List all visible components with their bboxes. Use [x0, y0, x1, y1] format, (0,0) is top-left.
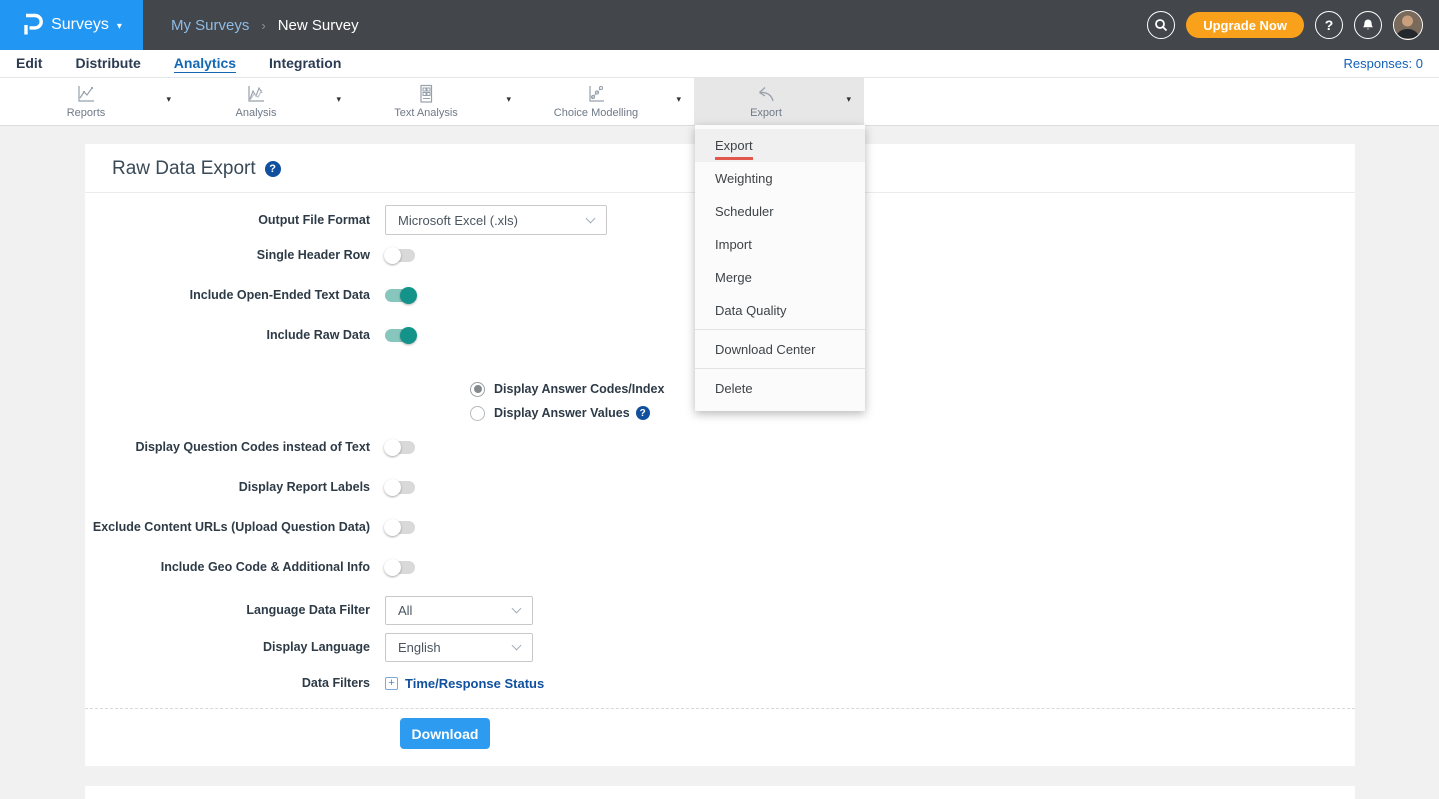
tab-distribute[interactable]: Distribute	[75, 55, 140, 72]
output-file-format-label: Output File Format	[85, 213, 385, 227]
include-raw-data-toggle[interactable]	[385, 329, 415, 342]
choice-modelling-scatter-icon	[585, 83, 607, 105]
single-header-row-label: Single Header Row	[85, 248, 385, 262]
display-question-codes-toggle[interactable]	[385, 441, 415, 454]
top-header: Surveys ▾ My Surveys › New Survey Upgrad…	[0, 0, 1439, 50]
chevron-down-icon	[512, 640, 522, 650]
breadcrumb: My Surveys › New Survey	[171, 17, 359, 34]
product-name: Surveys	[51, 16, 109, 34]
radio-button[interactable]	[470, 382, 485, 397]
tab-edit[interactable]: Edit	[16, 55, 42, 72]
charts-analytics-export-card: Charts & Analytics Export ?	[85, 786, 1355, 799]
export-dropdown-menu: Export Weighting Scheduler Import Merge …	[695, 125, 865, 411]
menu-item-merge[interactable]: Merge	[695, 261, 865, 294]
display-question-codes-label: Display Question Codes instead of Text	[85, 440, 385, 454]
toolbar-choice-modelling[interactable]: Choice Modelling ▾	[524, 78, 694, 125]
answer-values-help-icon[interactable]: ?	[636, 406, 650, 420]
language-data-filter-select[interactable]: All	[385, 596, 533, 625]
menu-item-data-quality[interactable]: Data Quality	[695, 294, 865, 327]
display-report-labels-toggle[interactable]	[385, 481, 415, 494]
plus-icon: +	[385, 677, 398, 690]
responses-count: Responses: 0	[1344, 56, 1424, 71]
questionpro-logo-icon	[21, 12, 43, 38]
raw-data-export-help-icon[interactable]: ?	[265, 161, 281, 177]
menu-item-delete[interactable]: Delete	[695, 368, 865, 405]
time-response-status-link[interactable]: + Time/Response Status	[385, 676, 544, 691]
user-avatar[interactable]	[1393, 10, 1423, 40]
export-dropdown-caret[interactable]: ▾	[846, 94, 851, 105]
data-filters-label: Data Filters	[85, 676, 385, 690]
survey-tabs: Edit Distribute Analytics Integration Re…	[0, 50, 1439, 78]
upgrade-now-button[interactable]: Upgrade Now	[1186, 12, 1304, 38]
menu-item-download-center[interactable]: Download Center	[695, 329, 865, 366]
toolbar-analysis[interactable]: Analysis ▾	[184, 78, 354, 125]
menu-item-scheduler[interactable]: Scheduler	[695, 195, 865, 228]
breadcrumb-my-surveys[interactable]: My Surveys	[171, 17, 249, 34]
single-header-row-toggle[interactable]	[385, 249, 415, 262]
text-analysis-dropdown-caret[interactable]: ▾	[506, 94, 511, 105]
toolbar-reports[interactable]: Reports ▾	[14, 78, 184, 125]
include-geo-code-toggle[interactable]	[385, 561, 415, 574]
exclude-content-urls-label: Exclude Content URLs (Upload Question Da…	[85, 520, 385, 534]
breadcrumb-current-survey: New Survey	[278, 17, 359, 34]
include-open-ended-toggle[interactable]	[385, 289, 415, 302]
search-icon[interactable]	[1147, 11, 1175, 39]
display-answer-codes-option[interactable]: Display Answer Codes/Index	[470, 377, 1355, 401]
exclude-content-urls-toggle[interactable]	[385, 521, 415, 534]
text-analysis-document-icon	[417, 83, 435, 105]
language-data-filter-label: Language Data Filter	[85, 603, 385, 617]
radio-button[interactable]	[470, 406, 485, 421]
help-icon[interactable]: ?	[1315, 11, 1343, 39]
menu-item-export[interactable]: Export	[695, 129, 865, 162]
display-report-labels-label: Display Report Labels	[85, 480, 385, 494]
include-geo-code-label: Include Geo Code & Additional Info	[85, 560, 385, 574]
analysis-dropdown-caret[interactable]: ▾	[336, 94, 341, 105]
include-open-ended-label: Include Open-Ended Text Data	[85, 288, 385, 302]
raw-data-export-title: Raw Data Export	[112, 158, 256, 180]
product-switcher[interactable]: Surveys ▾	[0, 0, 143, 50]
analytics-toolbar: Reports ▾ Analysis ▾ Text Analysis ▾	[0, 78, 1439, 126]
choice-modelling-dropdown-caret[interactable]: ▾	[676, 94, 681, 105]
export-share-arrow-icon	[754, 83, 778, 105]
display-language-select[interactable]: English	[385, 633, 533, 662]
chevron-down-icon	[586, 213, 596, 223]
chevron-down-icon: ▾	[117, 21, 122, 32]
header-actions: Upgrade Now ?	[1147, 10, 1439, 40]
include-raw-data-label: Include Raw Data	[85, 328, 385, 342]
notifications-bell-icon[interactable]	[1354, 11, 1382, 39]
breadcrumb-separator: ›	[261, 18, 265, 33]
reports-dropdown-caret[interactable]: ▾	[166, 94, 171, 105]
toolbar-text-analysis[interactable]: Text Analysis ▾	[354, 78, 524, 125]
menu-item-weighting[interactable]: Weighting	[695, 162, 865, 195]
download-button[interactable]: Download	[400, 718, 490, 749]
display-language-label: Display Language	[85, 640, 385, 654]
display-answer-values-option[interactable]: Display Answer Values ?	[470, 401, 1355, 425]
reports-chart-icon	[75, 83, 97, 105]
menu-item-import[interactable]: Import	[695, 228, 865, 261]
analysis-chart-icon	[245, 83, 267, 105]
page: Surveys ▾ My Surveys › New Survey Upgrad…	[0, 0, 1439, 799]
toolbar-export[interactable]: Export ▾	[694, 78, 864, 125]
chevron-down-icon	[512, 603, 522, 613]
tab-analytics[interactable]: Analytics	[174, 55, 236, 73]
tab-integration[interactable]: Integration	[269, 55, 341, 72]
output-file-format-select[interactable]: Microsoft Excel (.xls)	[385, 205, 607, 235]
